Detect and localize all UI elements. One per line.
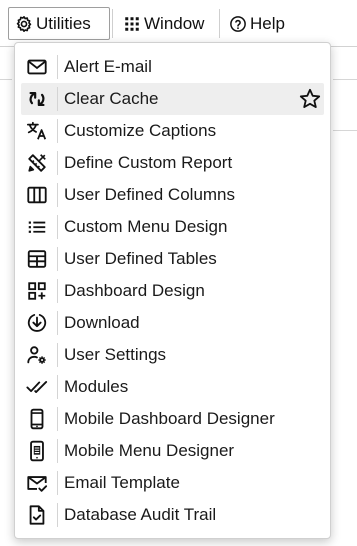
mobile-phone-icon xyxy=(21,403,53,435)
list-icon xyxy=(21,211,53,243)
menu-item-label: Define Custom Report xyxy=(64,153,233,172)
menu-separator xyxy=(112,9,113,38)
menu-item-database-audit-trail[interactable]: Database Audit Trail xyxy=(21,499,324,531)
item-divider xyxy=(57,375,58,399)
menu-item-dashboard-design[interactable]: Dashboard Design xyxy=(21,275,324,307)
menu-item-define-custom-report[interactable]: Define Custom Report xyxy=(21,147,324,179)
menu-item-mobile-menu-designer[interactable]: Mobile Menu Designer xyxy=(21,435,324,467)
star-outline-icon[interactable] xyxy=(298,87,322,111)
menu-item-label: Alert E-mail xyxy=(64,57,152,76)
ruler-pencil-icon xyxy=(21,147,53,179)
utilities-menu-label: Utilities xyxy=(36,13,91,33)
utilities-dropdown-menu: Alert E-mail Clear Cache Customize Capti… xyxy=(14,42,331,539)
menu-item-custom-menu-design[interactable]: Custom Menu Design xyxy=(21,211,324,243)
menu-item-modules[interactable]: Modules xyxy=(21,371,324,403)
menu-item-mobile-dashboard-designer[interactable]: Mobile Dashboard Designer xyxy=(21,403,324,435)
help-circle-icon xyxy=(230,15,246,32)
download-circle-icon xyxy=(21,307,53,339)
file-check-icon xyxy=(21,499,53,531)
menu-item-customize-captions[interactable]: Customize Captions xyxy=(21,115,324,147)
help-menu-label: Help xyxy=(250,13,285,33)
item-divider xyxy=(57,343,58,367)
item-divider xyxy=(57,503,58,527)
menu-bar: Utilities Window Help xyxy=(0,0,357,47)
menu-item-label: Dashboard Design xyxy=(64,281,205,300)
menu-item-label: Custom Menu Design xyxy=(64,217,228,236)
menu-separator xyxy=(219,9,220,38)
menu-item-label: Mobile Dashboard Designer xyxy=(64,409,275,428)
item-divider xyxy=(57,215,58,239)
dashboard-add-icon xyxy=(21,275,53,307)
menu-item-label: Download xyxy=(64,313,140,332)
menu-item-label: Clear Cache xyxy=(64,89,159,108)
table-icon xyxy=(21,243,53,275)
columns-icon xyxy=(21,179,53,211)
window-menu-button[interactable]: Window xyxy=(116,7,214,40)
item-divider xyxy=(57,279,58,303)
background-divider xyxy=(0,79,12,80)
menu-item-email-template[interactable]: Email Template xyxy=(21,467,324,499)
item-divider xyxy=(57,55,58,79)
item-divider xyxy=(57,151,58,175)
item-divider xyxy=(57,119,58,143)
menu-item-label: Mobile Menu Designer xyxy=(64,441,235,460)
menu-item-label: Modules xyxy=(64,377,129,396)
double-check-icon xyxy=(21,371,53,403)
email-check-icon xyxy=(21,467,53,499)
menu-item-alert-email[interactable]: Alert E-mail xyxy=(21,51,324,83)
item-divider xyxy=(57,407,58,431)
menu-item-label: User Defined Columns xyxy=(64,185,236,204)
menu-item-user-defined-tables[interactable]: User Defined Tables xyxy=(21,243,324,275)
menu-item-clear-cache[interactable]: Clear Cache xyxy=(21,83,324,115)
menu-item-label: Email Template xyxy=(64,473,180,492)
menu-item-label: Customize Captions xyxy=(64,121,217,140)
item-divider xyxy=(57,87,58,111)
help-menu-button[interactable]: Help xyxy=(222,7,298,40)
menu-item-user-settings[interactable]: User Settings xyxy=(21,339,324,371)
window-menu-label: Window xyxy=(144,13,205,33)
menu-item-label: User Defined Tables xyxy=(64,249,217,268)
menu-item-label: Database Audit Trail xyxy=(64,505,217,524)
user-gear-icon xyxy=(21,339,53,371)
item-divider xyxy=(57,247,58,271)
menu-item-label: User Settings xyxy=(64,345,167,364)
refresh-icon xyxy=(21,83,53,115)
item-divider xyxy=(57,311,58,335)
translate-icon xyxy=(21,115,53,147)
menu-item-download[interactable]: Download xyxy=(21,307,324,339)
background-divider xyxy=(333,79,357,80)
menu-item-user-defined-columns[interactable]: User Defined Columns xyxy=(21,179,324,211)
mobile-menu-icon xyxy=(21,435,53,467)
envelope-icon xyxy=(21,51,53,83)
gear-icon xyxy=(16,15,32,32)
utilities-menu-button[interactable]: Utilities xyxy=(8,7,110,40)
item-divider xyxy=(57,471,58,495)
item-divider xyxy=(57,439,58,463)
item-divider xyxy=(57,183,58,207)
background-divider xyxy=(333,130,357,131)
grid-dots-icon xyxy=(125,16,139,31)
